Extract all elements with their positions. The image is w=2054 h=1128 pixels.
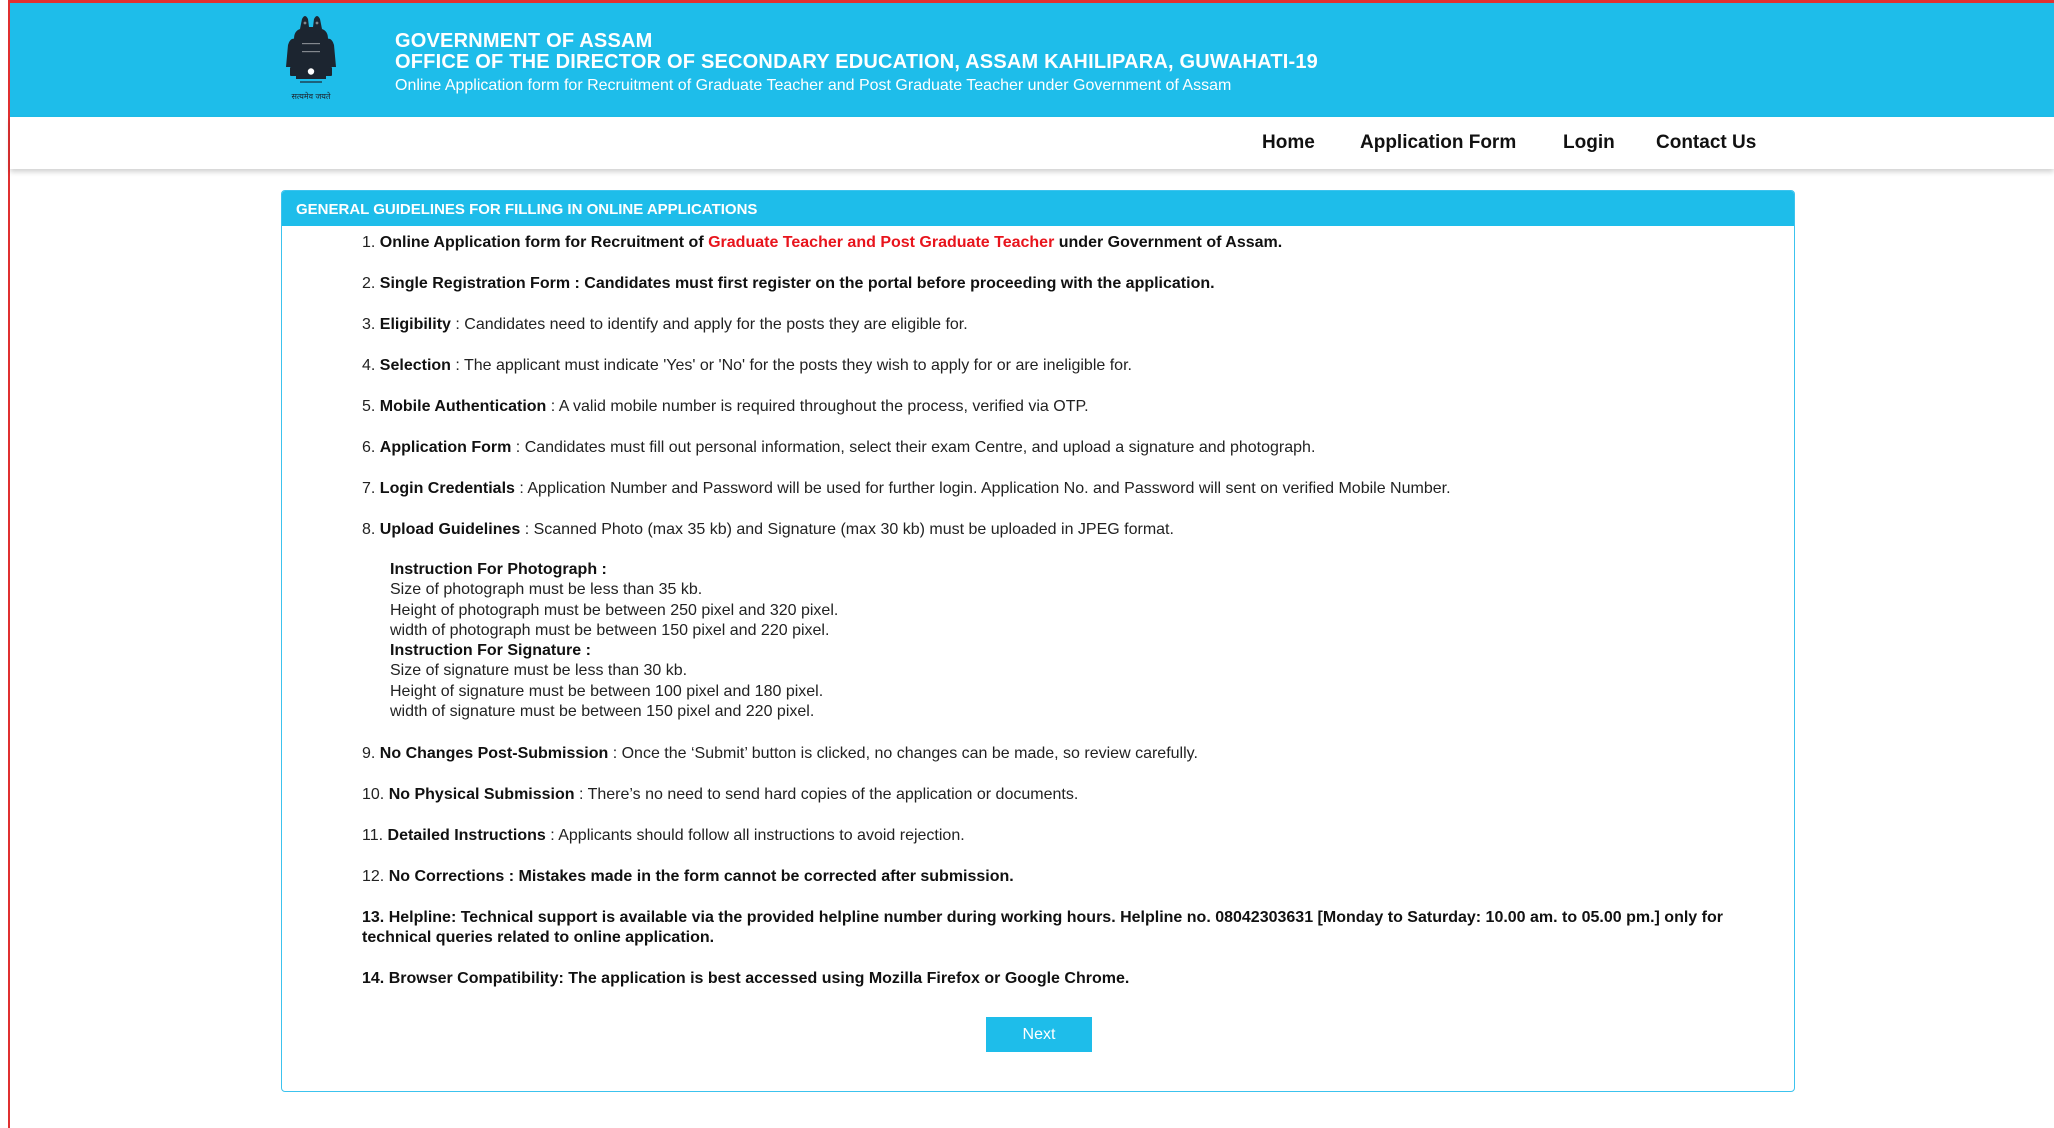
guideline-item-10: 10. No Physical Submission : There’s no … [362, 785, 1762, 805]
guideline-text: Online Application form for Recruitment … [379, 234, 709, 251]
guideline-number: 1. [362, 234, 376, 251]
guideline-text: Single Registration Form : Candidates mu… [379, 275, 1215, 292]
guideline-item-5: 5. Mobile Authentication : A valid mobil… [362, 397, 1762, 417]
guideline-text: : Once the ‘Submit’ button is clicked, n… [608, 745, 1198, 763]
guideline-number: 6. [362, 439, 376, 456]
next-button[interactable]: Next [986, 1017, 1092, 1052]
guideline-text: : Scanned Photo (max 35 kb) and Signatur… [520, 521, 1174, 538]
site-header: सत्यमेव जयते GOVERNMENT OF ASSAM OFFICE … [10, 3, 2054, 117]
guideline-number: 9. [362, 745, 376, 763]
guideline-item-2: 2. Single Registration Form : Candidates… [362, 274, 1762, 294]
guideline-label: Eligibility [379, 316, 451, 333]
guideline-item-13: 13. Helpline: Technical support is avail… [362, 908, 1762, 948]
guideline-text: : Candidates need to identify and apply … [450, 316, 968, 333]
guideline-number: 12. [362, 868, 385, 886]
guideline-label: No Physical Submission [388, 786, 575, 804]
guideline-label: Mobile Authentication [379, 398, 547, 415]
photo-instruction-size: Size of photograph must be less than 35 … [390, 581, 703, 599]
guideline-item-7: 7. Login Credentials : Application Numbe… [362, 479, 1762, 499]
photo-instruction-height: Height of photograph must be between 250… [390, 601, 839, 619]
guideline-item-11: 11. Detailed Instructions : Applicants s… [362, 826, 1762, 846]
header-office-title: OFFICE OF THE DIRECTOR OF SECONDARY EDUC… [395, 51, 1319, 73]
guideline-number: 14. [362, 970, 385, 988]
header-government-title: GOVERNMENT OF ASSAM [395, 30, 653, 52]
guideline-item-4: 4. Selection : The applicant must indica… [362, 356, 1762, 376]
guidelines-panel-title: GENERAL GUIDELINES FOR FILLING IN ONLINE… [282, 191, 1794, 226]
guideline-item-6: 6. Application Form : Candidates must fi… [362, 438, 1762, 458]
guideline-text: : Candidates must fill out personal info… [511, 439, 1316, 456]
guideline-number: 10. [362, 786, 385, 804]
guideline-label: Login Credentials [379, 480, 515, 497]
guideline-label: Selection [379, 357, 451, 374]
guideline-item-9: 9. No Changes Post-Submission : Once the… [362, 744, 1762, 764]
guidelines-panel: GENERAL GUIDELINES FOR FILLING IN ONLINE… [281, 190, 1795, 1092]
guideline-item-3: 3. Eligibility : Candidates need to iden… [362, 315, 1762, 335]
guideline-number: 11. [362, 827, 384, 845]
signature-instruction-height: Height of signature must be between 100 … [390, 682, 824, 700]
upload-instructions: Instruction For Photograph : Size of pho… [362, 560, 1762, 722]
guideline-number: 2. [362, 275, 376, 292]
guideline-label: Upload Guidelines [379, 521, 521, 538]
nav-contact-us-link[interactable]: Contact Us [1656, 132, 1756, 154]
guideline-item-12: 12. No Corrections : Mistakes made in th… [362, 867, 1762, 887]
guideline-text: : Applicants should follow all instructi… [545, 827, 965, 845]
guideline-text: : A valid mobile number is required thro… [546, 398, 1089, 415]
nav-login-link[interactable]: Login [1563, 132, 1615, 154]
signature-instruction-size: Size of signature must be less than 30 k… [390, 662, 688, 680]
guideline-text: Browser Compatibility: The application i… [388, 970, 1130, 988]
nav-application-form-link[interactable]: Application Form [1360, 132, 1516, 154]
guideline-highlight: Graduate Teacher and Post Graduate Teach… [708, 234, 1055, 251]
guideline-number: 13. [362, 909, 385, 927]
signature-instructions-heading: Instruction For Signature : [390, 642, 591, 660]
photo-instruction-width: width of photograph must be between 150 … [390, 621, 830, 639]
guideline-label: No Changes Post-Submission [379, 745, 609, 763]
header-subtitle: Online Application form for Recruitment … [395, 77, 1232, 94]
guideline-item-1: 1. Online Application form for Recruitme… [362, 233, 1762, 253]
guideline-text-end: under Government of Assam. [1054, 234, 1283, 251]
state-emblem-icon: सत्यमेव जयते [272, 9, 350, 105]
guideline-item-14: 14. Browser Compatibility: The applicati… [362, 969, 1762, 989]
guideline-text: : There’s no need to send hard copies of… [574, 786, 1079, 804]
guideline-text: : Application Number and Password will b… [514, 480, 1451, 497]
emblem-caption: सत्यमेव जयते [291, 92, 331, 101]
guideline-number: 8. [362, 521, 376, 538]
header-titles: GOVERNMENT OF ASSAM OFFICE OF THE DIRECT… [395, 31, 1318, 99]
guideline-text: Helpline: Technical support is available… [362, 909, 1723, 947]
main-navbar: Home Application Form Login Contact Us [10, 117, 2054, 169]
guidelines-list: 1. Online Application form for Recruitme… [362, 233, 1762, 1010]
guideline-item-8: 8. Upload Guidelines : Scanned Photo (ma… [362, 520, 1762, 540]
guideline-number: 3. [362, 316, 376, 333]
guideline-text: : The applicant must indicate 'Yes' or '… [450, 357, 1132, 374]
window-frame-left [8, 0, 10, 1128]
photo-instructions-heading: Instruction For Photograph : [390, 561, 607, 578]
guideline-number: 7. [362, 480, 376, 497]
guideline-number: 5. [362, 398, 376, 415]
guideline-text: No Corrections : Mistakes made in the fo… [388, 868, 1014, 886]
guideline-number: 4. [362, 357, 376, 374]
guideline-label: Application Form [379, 439, 512, 456]
signature-instruction-width: width of signature must be between 150 p… [390, 703, 815, 721]
nav-home-link[interactable]: Home [1262, 132, 1315, 154]
guideline-label: Detailed Instructions [387, 827, 546, 845]
